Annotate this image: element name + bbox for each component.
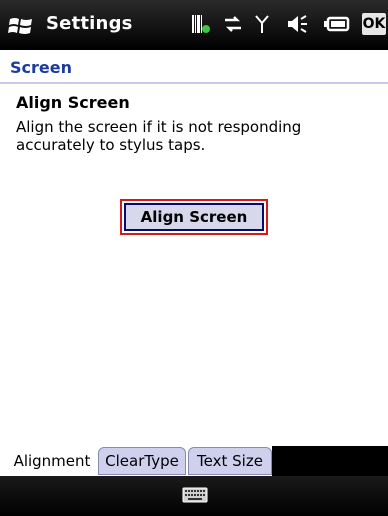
- start-flag-icon[interactable]: [8, 15, 34, 37]
- barcode-scanner-icon[interactable]: [190, 13, 212, 35]
- app-title: Settings: [46, 13, 133, 34]
- tab-alignment[interactable]: Alignment: [6, 447, 98, 475]
- align-screen-button[interactable]: Align Screen: [124, 203, 264, 231]
- tab-cleartype[interactable]: ClearType: [98, 447, 186, 475]
- tab-strip-fill: [272, 446, 388, 476]
- signal-icon[interactable]: [254, 13, 270, 35]
- align-screen-button-frame: Align Screen: [120, 199, 268, 235]
- title-bar: Settings OK: [0, 0, 388, 50]
- bottom-bar: [0, 476, 388, 516]
- section-title: Screen: [10, 58, 72, 77]
- keyboard-icon[interactable]: [182, 487, 208, 503]
- description-text: Align the screen if it is not responding…: [16, 118, 302, 154]
- volume-icon[interactable]: [286, 13, 308, 35]
- sync-icon[interactable]: [222, 13, 244, 35]
- ok-button[interactable]: OK: [362, 13, 386, 35]
- tab-text-size[interactable]: Text Size: [188, 447, 272, 475]
- section-header: Screen: [0, 52, 388, 84]
- page-heading: Align Screen: [16, 93, 130, 112]
- battery-icon[interactable]: [322, 13, 352, 35]
